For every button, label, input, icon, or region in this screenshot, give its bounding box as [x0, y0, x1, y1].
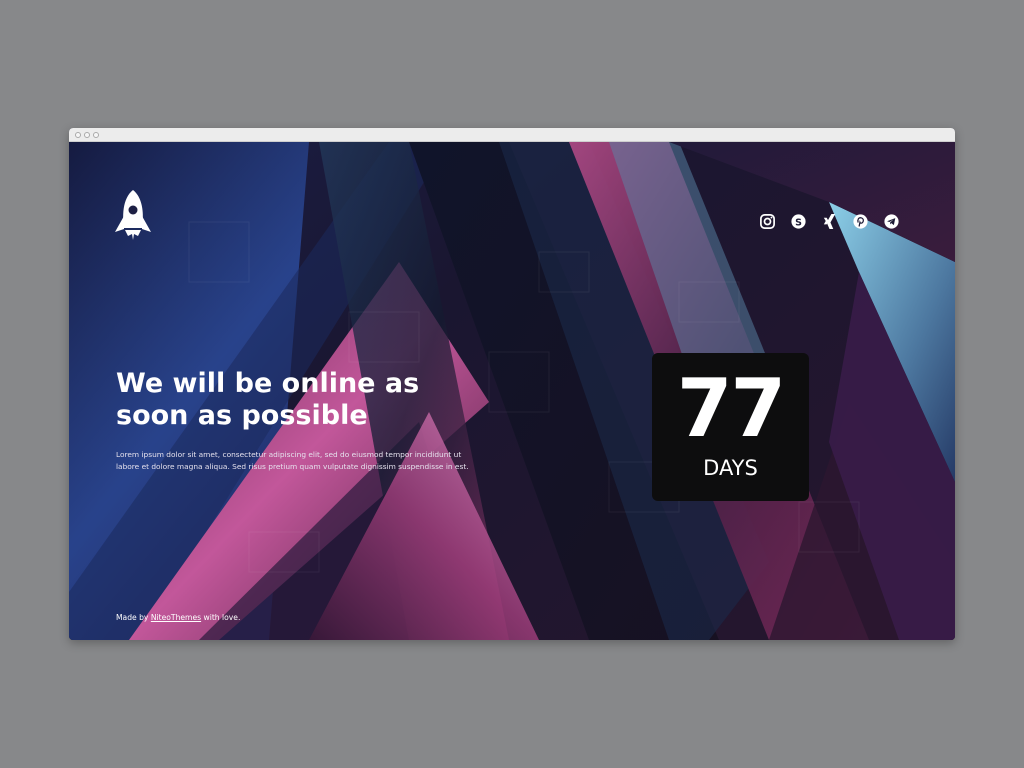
footer-prefix: Made by: [116, 613, 151, 622]
landing-page: S We will be online as soon as possible …: [69, 142, 955, 640]
skype-icon[interactable]: S: [790, 213, 807, 230]
window-close-dot[interactable]: [75, 132, 81, 138]
rocket-icon: [115, 190, 151, 240]
page-headline: We will be online as soon as possible: [116, 368, 420, 431]
footer-link[interactable]: NiteoThemes: [151, 613, 201, 622]
countdown-box: 77 DAYS: [652, 353, 809, 501]
window-maximize-dot[interactable]: [93, 132, 99, 138]
instagram-icon[interactable]: [759, 213, 776, 230]
pinterest-icon[interactable]: [852, 213, 869, 230]
svg-text:S: S: [795, 217, 802, 228]
countdown-value: 77: [676, 362, 786, 455]
browser-chrome: [69, 128, 955, 142]
window-minimize-dot[interactable]: [84, 132, 90, 138]
countdown-unit: DAYS: [703, 456, 758, 480]
xing-icon[interactable]: [821, 213, 838, 230]
footer-suffix: with love.: [201, 613, 241, 622]
telegram-icon[interactable]: [883, 213, 900, 230]
page-description: Lorem ipsum dolor sit amet, consectetur …: [116, 450, 469, 471]
social-links: S: [759, 212, 900, 230]
browser-window: S We will be online as soon as possible …: [69, 128, 955, 640]
footer-credit: Made by NiteoThemes with love.: [116, 613, 240, 622]
